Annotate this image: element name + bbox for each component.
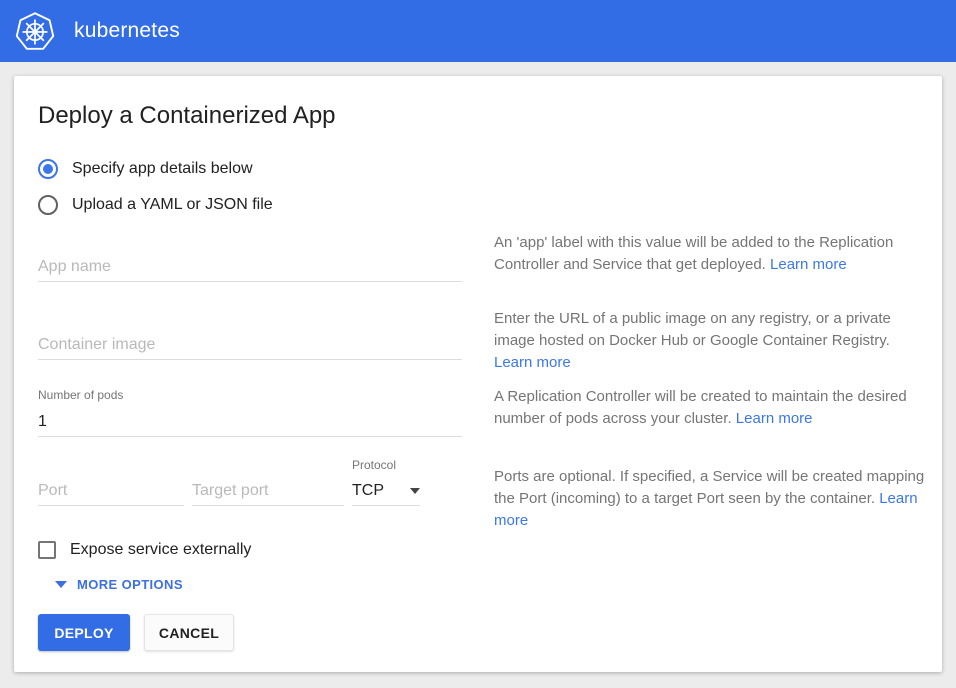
page-title: Deploy a Containerized App	[38, 102, 336, 130]
learn-more-link-container-image[interactable]: Learn more	[494, 354, 571, 371]
number-of-pods-label: Number of pods	[38, 388, 123, 402]
brand-title: kubernetes	[74, 19, 180, 43]
page: kubernetes Deploy a Containerized App Sp…	[0, 0, 956, 688]
radio-selected-icon[interactable]	[38, 159, 58, 179]
radio-option-upload-yaml[interactable]: Upload a YAML or JSON file	[38, 195, 273, 215]
expose-service-checkbox-row[interactable]: Expose service externally	[38, 541, 251, 559]
kubernetes-logo-icon	[12, 8, 58, 54]
container-image-input[interactable]	[38, 330, 462, 360]
radio-option-specify-details[interactable]: Specify app details below	[38, 159, 253, 179]
more-options-expander[interactable]: MORE OPTIONS	[55, 577, 183, 592]
help-container-image: Enter the URL of a public image on any r…	[494, 308, 930, 374]
radio-label-specify-details: Specify app details below	[72, 160, 253, 178]
protocol-select[interactable]: TCP	[352, 476, 420, 506]
help-container-image-text: Enter the URL of a public image on any r…	[494, 310, 891, 349]
learn-more-link-app-name[interactable]: Learn more	[770, 256, 847, 273]
help-number-of-pods: A Replication Controller will be created…	[494, 386, 930, 430]
expose-service-label: Expose service externally	[70, 541, 251, 559]
radio-label-upload-yaml: Upload a YAML or JSON file	[72, 196, 273, 214]
help-ports: Ports are optional. If specified, a Serv…	[494, 466, 930, 532]
deploy-button[interactable]: DEPLOY	[38, 614, 130, 651]
more-options-label: MORE OPTIONS	[77, 577, 183, 592]
help-number-of-pods-text: A Replication Controller will be created…	[494, 388, 907, 427]
number-of-pods-input[interactable]	[38, 407, 462, 437]
radio-unselected-icon[interactable]	[38, 195, 58, 215]
deploy-card: Deploy a Containerized App Specify app d…	[14, 76, 942, 672]
app-name-input[interactable]	[38, 252, 462, 282]
protocol-label: Protocol	[352, 458, 396, 472]
target-port-input[interactable]	[192, 476, 344, 506]
help-app-name: An 'app' label with this value will be a…	[494, 232, 930, 276]
port-input[interactable]	[38, 476, 184, 506]
cancel-button[interactable]: CANCEL	[144, 614, 234, 651]
protocol-selected-value: TCP	[352, 482, 384, 500]
app-header: kubernetes	[0, 0, 956, 62]
checkbox-unchecked-icon[interactable]	[38, 541, 56, 559]
triangle-down-icon	[55, 581, 67, 588]
learn-more-link-number-of-pods[interactable]: Learn more	[736, 410, 813, 427]
chevron-down-icon	[410, 488, 420, 494]
help-ports-text: Ports are optional. If specified, a Serv…	[494, 468, 924, 507]
